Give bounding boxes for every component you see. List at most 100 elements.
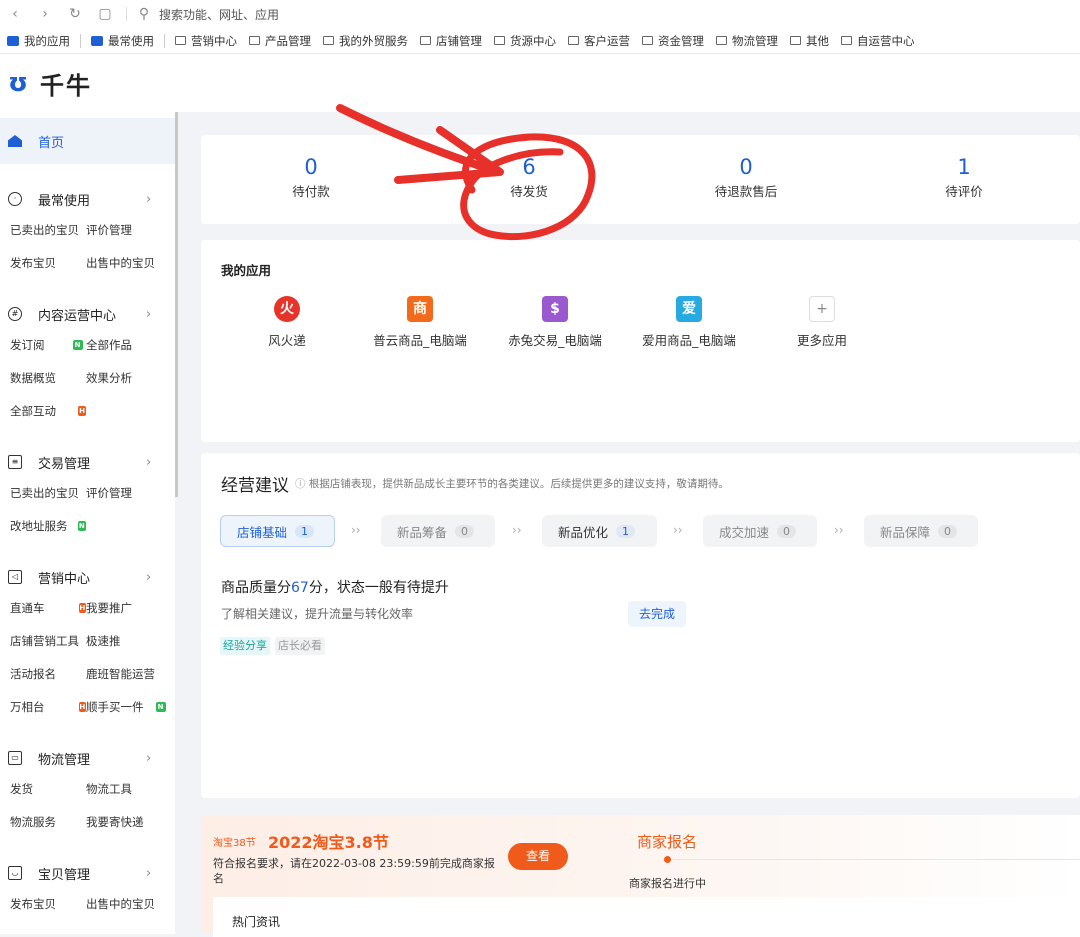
sidebar-link[interactable]: 效果分析 [86, 370, 175, 386]
bookmark-divider [80, 33, 81, 48]
sidebar-link[interactable]: 顺手买一件 N [86, 699, 175, 715]
app-name: 风火递 [268, 333, 306, 348]
step-count: 1 [295, 524, 315, 538]
step-label: 新品筹备 [397, 524, 448, 540]
sidebar-section-frequent[interactable]: · 最常使用 › [0, 185, 175, 213]
view-button[interactable]: 查看 [508, 843, 568, 870]
stat-label: 待退款售后 [714, 184, 778, 199]
sidebar-link[interactable]: 活动报名 [0, 666, 86, 682]
sidebar-link[interactable]: 店铺营销工具 [0, 633, 86, 649]
bookmark-folder[interactable]: 自运营中心 [835, 33, 921, 49]
sidebar-row: 物流服务 我要寄快递 [0, 805, 175, 838]
home-icon [8, 135, 22, 147]
bookmark-folder[interactable]: 其他 [784, 33, 835, 49]
app-puyun[interactable]: 商普云商品_电脑端 [355, 296, 485, 349]
quality-score-title: 商品质量分67分，状态一般有待提升 [221, 577, 449, 597]
sidebar-link[interactable]: 发订阅 N [0, 337, 86, 353]
sidebar-link[interactable]: 全部作品 [86, 337, 175, 353]
sidebar-link[interactable]: 已卖出的宝贝 [0, 485, 86, 501]
step-new-optimize[interactable]: 新品优化 1 [542, 515, 657, 547]
sidebar-section-content[interactable]: # 内容运营中心 › [0, 300, 175, 328]
sidebar-link[interactable]: 数据概览 [0, 370, 86, 386]
sidebar-scrollbar[interactable] [175, 112, 178, 497]
sidebar-link-label: 发订阅 [10, 337, 45, 352]
sidebar-link[interactable]: 极速推 [86, 633, 175, 649]
folder-icon [716, 36, 727, 45]
app-fenghuodi[interactable]: 火风火递 [222, 296, 352, 349]
sidebar-link[interactable]: 物流服务 [0, 814, 86, 830]
back-icon[interactable]: ‹ [0, 6, 30, 22]
sidebar-link[interactable]: 鹿班智能运营 [86, 666, 175, 682]
sidebar-link[interactable]: 出售中的宝贝 [86, 896, 175, 912]
stat-pending-payment[interactable]: 0 待付款 [251, 155, 371, 200]
step-label: 成交加速 [719, 524, 770, 540]
sidebar-row: 万相台 H 顺手买一件 N [0, 690, 175, 723]
bookmark-folder[interactable]: 资金管理 [636, 33, 710, 49]
app-aiyong[interactable]: 爱爱用商品_电脑端 [624, 296, 754, 349]
sidebar-link[interactable]: 直通车 H [0, 600, 86, 616]
sidebar-link[interactable]: 我要推广 [86, 600, 175, 616]
new-badge-icon: N [77, 520, 86, 531]
stat-pending-shipment[interactable]: 6 待发货 [469, 155, 589, 200]
quality-score: 67 [291, 580, 309, 596]
bookmark-my-apps[interactable]: 我的应用 [0, 33, 76, 49]
bookmark-folder[interactable]: 物流管理 [710, 33, 784, 49]
search-input[interactable]: 搜索功能、网址、应用 [159, 6, 279, 23]
stat-value: 0 [304, 155, 318, 179]
sidebar-link[interactable]: 全部互动 H [0, 403, 86, 419]
sidebar-link[interactable]: 我要寄快递 [86, 814, 175, 830]
step-count: 1 [616, 524, 636, 538]
box-icon: ▭ [8, 751, 22, 765]
folder-icon [175, 36, 186, 45]
sidebar-section-items[interactable]: ◡ 宝贝管理 › [0, 859, 175, 887]
tag-must-read[interactable]: 店长必看 [275, 637, 325, 655]
bookmark-folder[interactable]: 店铺管理 [414, 33, 488, 49]
my-apps-card: 我的应用 火风火递 商普云商品_电脑端 $ 赤兔交易_电脑端 爱爱用商品_电脑端 … [201, 240, 1080, 442]
forward-icon[interactable]: › [30, 6, 60, 22]
puyun-icon: 商 [407, 296, 433, 322]
sidebar-link[interactable]: 评价管理 [86, 222, 175, 238]
sidebar-item-home[interactable]: 首页 [0, 118, 175, 164]
stat-label: 待付款 [292, 184, 330, 199]
fenghuodi-icon: 火 [274, 296, 300, 322]
sidebar-link[interactable]: 发货 [0, 781, 86, 797]
sidebar-link[interactable]: 出售中的宝贝 [86, 255, 175, 271]
step-new-guarantee[interactable]: 新品保障 0 [864, 515, 978, 547]
app-more[interactable]: + 更多应用 [757, 296, 887, 349]
chevron-right-icon: › [146, 750, 152, 766]
stat-pending-refund[interactable]: 0 待退款售后 [686, 155, 806, 200]
complete-button[interactable]: 去完成 [628, 601, 686, 627]
quality-prefix: 商品质量分 [221, 580, 291, 596]
step-label: 店铺基础 [237, 524, 288, 540]
app-name: 更多应用 [796, 333, 847, 348]
hot-news-panel: 热门资讯 [213, 897, 1080, 937]
screenshot-icon[interactable]: ▢ [90, 6, 120, 22]
sidebar-link[interactable]: 发布宝贝 [0, 896, 86, 912]
refresh-icon[interactable]: ↻ [60, 6, 90, 22]
sidebar-link[interactable]: 改地址服务 N [0, 518, 86, 534]
stat-pending-review[interactable]: 1 待评价 [904, 155, 1024, 200]
app-name: 赤兔交易_电脑端 [508, 333, 602, 348]
bookmark-folder[interactable]: 产品管理 [243, 33, 317, 49]
tag-experience[interactable]: 经验分享 [220, 637, 270, 655]
bookmark-folder[interactable]: 货源中心 [488, 33, 562, 49]
sidebar-section-trade[interactable]: ≡ 交易管理 › [0, 448, 175, 476]
step-shop-basics[interactable]: 店铺基础 1 [220, 515, 335, 547]
clipboard-icon: ≡ [8, 455, 22, 469]
sidebar-link[interactable]: 物流工具 [86, 781, 175, 797]
sidebar-link[interactable]: 评价管理 [86, 485, 175, 501]
app-chitu[interactable]: $ 赤兔交易_电脑端 [490, 296, 620, 349]
sidebar-section-marketing[interactable]: ◁ 营销中心 › [0, 563, 175, 591]
bookmark-frequent[interactable]: 最常使用 [85, 33, 160, 49]
sidebar-link[interactable]: 已卖出的宝贝 [0, 222, 86, 238]
bookmark-folder[interactable]: 营销中心 [169, 33, 243, 49]
sidebar-section-logistics[interactable]: ▭ 物流管理 › [0, 744, 175, 772]
app-name: 爱用商品_电脑端 [642, 333, 736, 348]
bookmark-folder[interactable]: 我的外贸服务 [317, 33, 414, 49]
bookmarks-bar: 我的应用 最常使用 营销中心 产品管理 我的外贸服务 店铺管理 货源中心 客户运… [0, 28, 1080, 54]
sidebar-link[interactable]: 发布宝贝 [0, 255, 86, 271]
bookmark-folder[interactable]: 客户运营 [562, 33, 636, 49]
step-deal-accelerate[interactable]: 成交加速 0 [703, 515, 817, 547]
sidebar-link[interactable]: 万相台 H [0, 699, 86, 715]
step-new-prep[interactable]: 新品筹备 0 [381, 515, 495, 547]
